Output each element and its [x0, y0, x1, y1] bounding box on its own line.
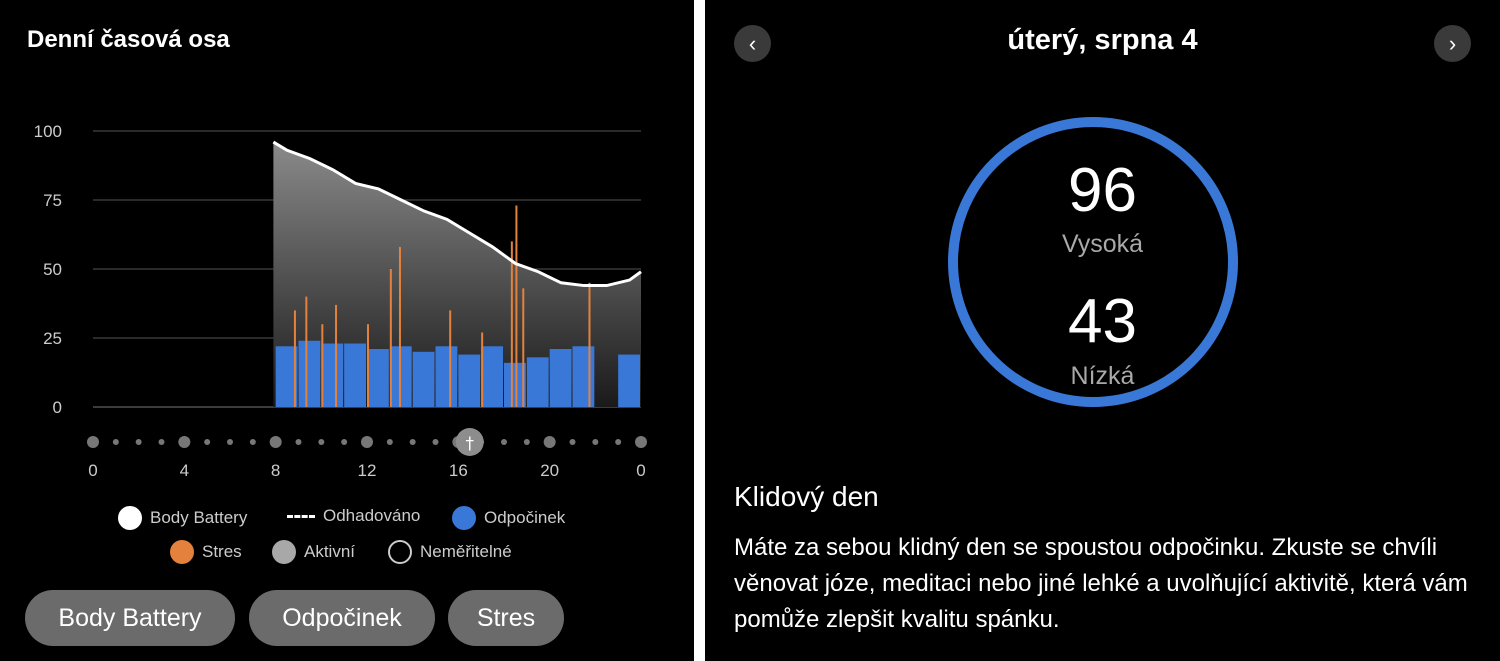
timeline-dot: [112, 439, 119, 445]
rest-bar: [549, 349, 572, 407]
rest-bar: [618, 354, 640, 407]
walking-icon: †: [466, 434, 475, 454]
chevron-right-icon: ›: [1448, 30, 1457, 56]
rest-bar: [298, 340, 321, 407]
stress-button[interactable]: Stres: [448, 590, 564, 646]
stress-bar: [293, 310, 296, 407]
low-value: 43: [1068, 287, 1137, 356]
x-tick-label: 16: [449, 461, 468, 480]
stress-bar: [321, 324, 324, 407]
body-battery-button[interactable]: Body Battery: [25, 590, 235, 646]
timeline-dot: [249, 439, 256, 445]
day-detail-panel: ‹ úterý, srpna 4 › 96 Vysoká 43 Nízká Kl…: [705, 0, 1500, 661]
date-title: úterý, srpna 4: [1007, 24, 1198, 56]
timeline-dot: [523, 439, 530, 445]
timeline-dot: [361, 436, 373, 448]
stress-bar: [398, 246, 401, 407]
summary-heading: Klidový den: [734, 481, 879, 512]
panel-divider: [694, 0, 705, 661]
y-tick-label: 25: [43, 329, 62, 348]
stress-bar: [522, 288, 525, 407]
timeline-dot: [295, 439, 302, 445]
legend-label: Odpočinek: [484, 508, 566, 527]
y-tick-label: 100: [34, 122, 62, 141]
y-tick-label: 75: [43, 191, 62, 210]
rest-button[interactable]: Odpočinek: [249, 590, 435, 646]
legend-stress: Stres: [170, 540, 242, 564]
x-tick-label: 0: [636, 461, 645, 480]
y-tick-label: 50: [43, 260, 62, 279]
legend-label: Odhadováno: [323, 506, 421, 525]
legend-estimated: Odhadováno: [287, 506, 420, 526]
timeline-dot: [135, 439, 142, 445]
timeline-dot: [543, 436, 556, 448]
next-day-button[interactable]: ›: [1434, 25, 1471, 62]
legend-body-battery: Body Battery: [118, 506, 247, 530]
rest-bar: [435, 346, 458, 407]
dashed-line-icon: [287, 514, 315, 518]
timeline-dot: [409, 439, 416, 445]
timeline-dot: [592, 439, 599, 445]
legend-rest: Odpočinek: [452, 506, 565, 530]
rest-legend-icon: [452, 506, 476, 530]
stress-bar: [588, 282, 591, 407]
high-value: 96: [1068, 156, 1137, 225]
stress-bar: [515, 205, 518, 407]
active-legend-icon: [272, 540, 296, 564]
timeline-dot: [158, 439, 165, 445]
timeline-dot: [318, 439, 325, 445]
timeline-dot: [227, 439, 233, 445]
stress-bar: [481, 332, 484, 407]
timeline-dot: [87, 436, 99, 448]
unmeasurable-legend-icon: [388, 540, 412, 564]
body-battery-legend-icon: [118, 506, 142, 530]
x-tick-label: 8: [271, 461, 280, 480]
stress-bar: [367, 324, 369, 407]
rest-bar: [458, 354, 481, 407]
summary-text: Máte za sebou klidný den se spoustou odp…: [734, 534, 1468, 633]
rest-bar: [367, 349, 389, 407]
rest-bar: [526, 357, 549, 407]
stress-bar: [510, 241, 513, 407]
stress-bar: [335, 304, 338, 407]
timeline-dot: [635, 436, 647, 448]
legend-label: Neměřitelné: [420, 542, 512, 561]
timeline-dot: [204, 439, 211, 445]
timeline-dot: [615, 439, 622, 445]
x-tick-label: 12: [358, 461, 377, 480]
stress-bar: [389, 269, 392, 407]
rest-bar: [344, 343, 366, 407]
timeline-dot: [569, 439, 576, 445]
stress-legend-icon: [170, 540, 194, 564]
rest-bar: [412, 351, 435, 407]
stress-bar: [449, 310, 452, 407]
low-label: Nízká: [1070, 362, 1135, 390]
rest-bar: [481, 346, 503, 407]
x-tick-label: 4: [180, 461, 189, 480]
timeline-dot: [432, 439, 439, 445]
timeline-dot: [501, 439, 507, 445]
timeline-dot: [269, 436, 282, 448]
legend-label: Aktivní: [304, 542, 356, 561]
stress-bar: [305, 296, 308, 407]
x-tick-label: 0: [88, 461, 97, 480]
daily-timeline-panel: Denní časová osa 100 75 50 25 0 † 0 4 8 12 16 20 0 B…: [0, 0, 694, 661]
legend-unmeasurable: Neměřitelné: [388, 540, 512, 564]
x-tick-label: 20: [540, 461, 559, 480]
y-tick-label: 0: [53, 398, 62, 417]
legend-active: Aktivní: [272, 540, 355, 564]
timeline-dot: [341, 439, 348, 445]
legend-label: Stres: [202, 542, 242, 561]
timeline-dot: [178, 436, 191, 448]
rest-bar: [572, 346, 595, 407]
legend-label: Body Battery: [150, 508, 248, 527]
timeline-dot: [386, 439, 393, 445]
body-battery-chart: 100 75 50 25 0 † 0 4 8 12 16 20 0: [34, 122, 647, 480]
high-label: Vysoká: [1061, 230, 1144, 258]
rest-bar: [321, 343, 344, 407]
